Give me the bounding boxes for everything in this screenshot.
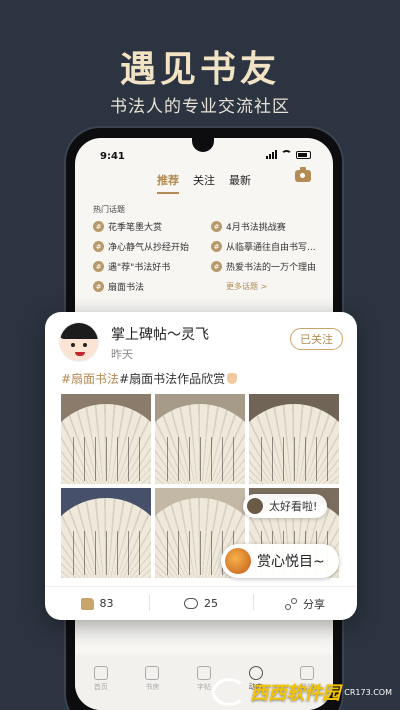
hash-icon: #: [93, 221, 104, 232]
hash-icon: #: [211, 261, 222, 272]
copybook-icon: [196, 666, 211, 680]
post-time: 昨天: [111, 348, 133, 361]
tab-following[interactable]: 关注: [193, 172, 215, 194]
more-topics-link[interactable]: 更多话题 >: [211, 280, 323, 293]
promo-subtitle: 书法人的专业交流社区: [110, 97, 290, 117]
signal-icon: [266, 150, 277, 159]
watermark-url: CR173.COM: [344, 687, 392, 697]
share-label: 分享: [303, 597, 325, 611]
topic-item[interactable]: # 净心静气从抄经开始: [93, 240, 205, 253]
comment-bubble-text: 赏心悦目~: [257, 554, 325, 570]
home-icon: [93, 666, 108, 680]
hash-icon: #: [211, 221, 222, 232]
topic-label: 净心静气从抄经开始: [108, 243, 190, 253]
share-button[interactable]: 分享: [253, 593, 357, 612]
fan-image: [249, 404, 339, 484]
fan-image: [61, 404, 151, 484]
commenter-avatar: [246, 497, 264, 515]
promo-title: 遇见书友: [119, 49, 280, 90]
comment-icon: [184, 598, 198, 609]
status-time: 9:41: [100, 151, 125, 162]
hand-icon: [227, 373, 238, 384]
hash-icon: #: [93, 241, 104, 252]
nav-study[interactable]: 书房: [145, 666, 160, 710]
post-photo[interactable]: [155, 394, 245, 484]
nav-copybook[interactable]: 字帖: [196, 666, 211, 710]
like-button[interactable]: 83: [45, 597, 149, 610]
camera-icon[interactable]: [295, 167, 311, 182]
status-icons: [266, 150, 311, 159]
nav-label: 首页: [93, 683, 108, 691]
share-icon: [285, 597, 297, 610]
follow-button[interactable]: 已关注: [290, 328, 343, 350]
topic-item[interactable]: # 扇面书法: [93, 280, 205, 293]
study-icon: [145, 666, 160, 680]
comment-bubble-text: 太好看啦!: [269, 500, 318, 513]
watermark-brand: 西西软件园: [250, 683, 341, 704]
topic-item[interactable]: # 从临摹通往自由书写...: [211, 240, 323, 253]
nav-label: 字帖: [196, 683, 211, 691]
topic-label: 花季笔墨大赏: [108, 223, 163, 233]
hot-topics-label: 热门话题: [93, 205, 125, 214]
battery-icon: [296, 150, 311, 159]
fan-image: [155, 404, 245, 484]
tab-recommended[interactable]: 推荐: [157, 172, 179, 194]
topic-label: 扇面书法: [108, 283, 145, 293]
topic-label: 从临摹通往自由书写...: [226, 243, 316, 253]
topic-item[interactable]: # 热爱书法的一万个理由: [211, 260, 323, 273]
hash-icon: #: [93, 261, 104, 272]
comment-bubble: 太好看啦!: [243, 494, 328, 518]
watermark-logo: [212, 678, 247, 706]
topic-item[interactable]: # 花季笔墨大赏: [93, 220, 205, 233]
hash-icon: #: [211, 241, 222, 252]
wifi-icon: [281, 150, 292, 159]
topic-label: 热爱书法的一万个理由: [226, 263, 317, 273]
post-card[interactable]: 掌上碑帖～灵飞 昨天 已关注 #扇面书法#扇面书法作品欣赏 太好看啦! 赏心悦目…: [45, 312, 357, 620]
topic-label: 遇"荐"书法好书: [108, 263, 171, 273]
watermark: 西西软件园 CR173.COM: [212, 678, 392, 706]
comment-bubble: 赏心悦目~: [221, 544, 339, 578]
nav-home[interactable]: 首页: [93, 666, 108, 710]
nav-label: 书房: [145, 683, 160, 691]
post-text: #扇面书法#扇面书法作品欣赏: [61, 370, 238, 387]
hot-topics-grid: # 花季笔墨大赏 #4月书法挑战赛 # 净心静气从抄经开始 # 从临摹通往自由书写..…: [93, 220, 323, 293]
comment-count: 25: [204, 597, 218, 610]
hash-icon: #: [93, 281, 104, 292]
post-photo[interactable]: [61, 394, 151, 484]
topic-item[interactable]: #4月书法挑战赛: [211, 220, 323, 233]
commenter-avatar: [225, 548, 251, 574]
avatar[interactable]: [59, 322, 99, 362]
post-photo[interactable]: [61, 488, 151, 578]
topic-label: 4月书法挑战赛: [226, 223, 286, 233]
post-actions: 83 25 分享: [45, 586, 357, 620]
post-username[interactable]: 掌上碑帖～灵飞: [111, 324, 209, 344]
like-count: 83: [99, 597, 114, 610]
thumbs-up-icon: [80, 597, 94, 610]
post-photo[interactable]: [249, 394, 339, 484]
post-tag-link[interactable]: #扇面书法: [61, 372, 119, 386]
topic-item[interactable]: # 遇"荐"书法好书: [93, 260, 205, 273]
comment-button[interactable]: 25: [149, 595, 253, 611]
tab-latest[interactable]: 最新: [229, 172, 251, 194]
post-tag-text: #扇面书法作品欣赏: [119, 372, 226, 386]
fan-image: [61, 498, 151, 578]
